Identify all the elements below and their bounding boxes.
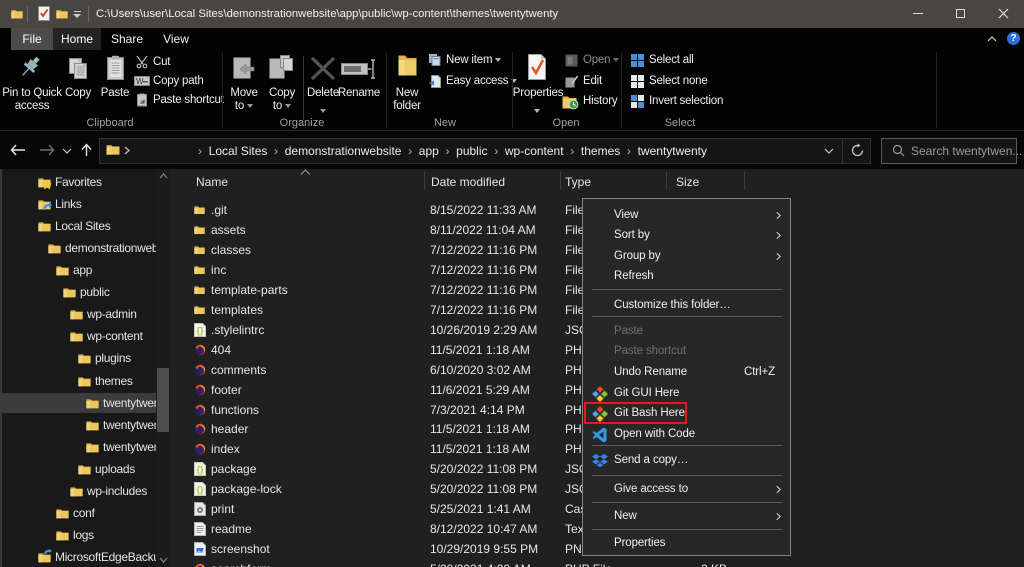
- svg-text:W: W: [136, 77, 144, 86]
